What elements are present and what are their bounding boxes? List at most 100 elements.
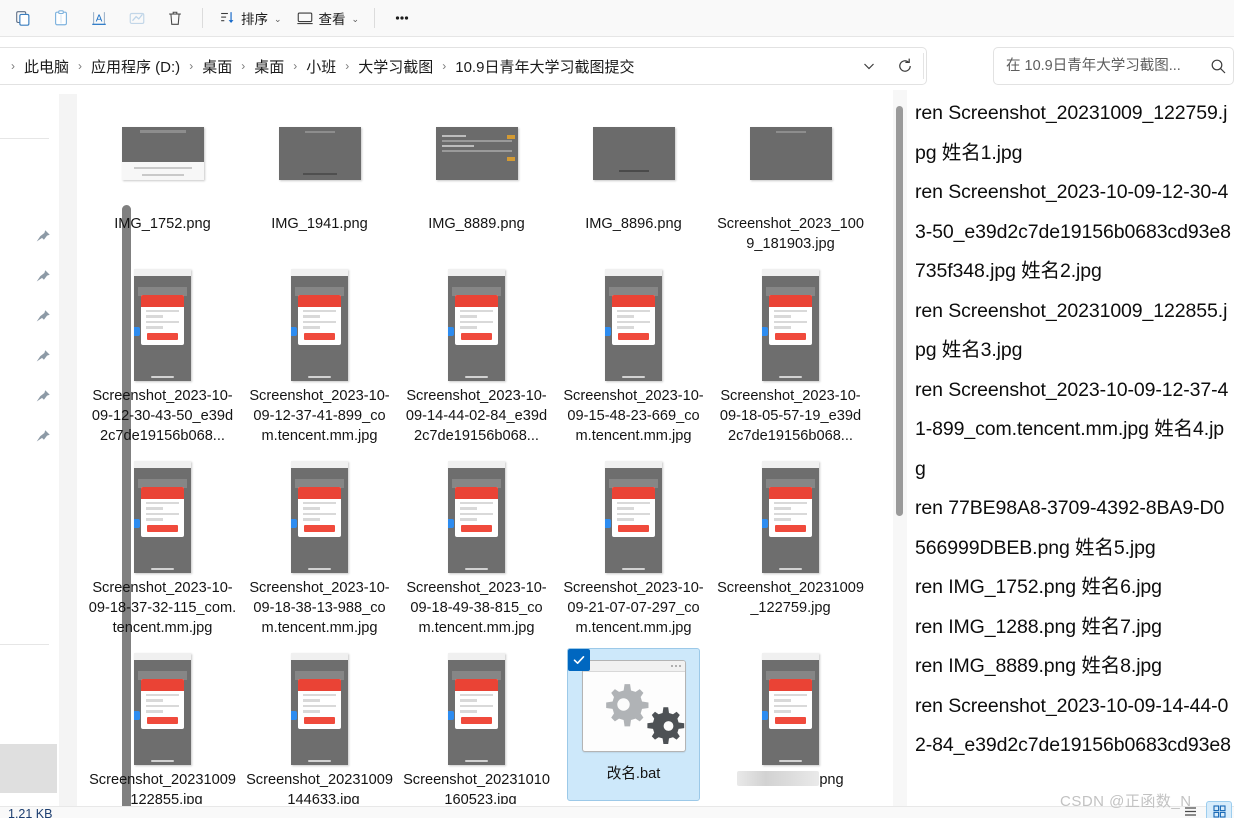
file-item[interactable]: Screenshot_20231009_122759.jpg xyxy=(712,454,869,638)
pin-icon[interactable] xyxy=(34,388,52,406)
nav-divider-top xyxy=(0,138,49,139)
content-scrollbar-track[interactable] xyxy=(59,94,131,818)
file-row: Screenshot_2023-10-09-18-37-32-115_com.t… xyxy=(84,454,884,638)
file-item[interactable]: Screenshot_2023-10-09-18-49-38-815_com.t… xyxy=(398,454,555,638)
file-name: IMG_8896.png xyxy=(585,216,682,232)
preview-scrollbar-track[interactable] xyxy=(893,90,907,806)
breadcrumb-separator: › xyxy=(78,59,83,73)
image-thumbnail xyxy=(291,653,348,765)
breadcrumb-item-6[interactable]: 10.9日青年大学习截图提交 xyxy=(451,53,638,80)
pin-icon[interactable] xyxy=(34,428,52,446)
nav-selected-item[interactable] xyxy=(0,744,57,793)
rename-button[interactable]: A xyxy=(80,3,118,33)
file-item[interactable]: Screenshot_20231009_144633.jpg xyxy=(241,646,398,804)
preview-scrollbar-thumb[interactable] xyxy=(896,106,903,516)
list-view-toggle[interactable] xyxy=(1177,801,1203,818)
file-thumbnail xyxy=(111,650,215,768)
file-thumbnail xyxy=(739,458,843,576)
breadcrumb-item-0[interactable]: 此电脑 xyxy=(20,53,73,80)
file-item[interactable]: Screenshot_2023-10-09-21-07-07-297_com.t… xyxy=(555,454,712,638)
file-thumbnail xyxy=(268,458,372,576)
image-thumbnail xyxy=(605,269,662,381)
copy-button[interactable] xyxy=(4,3,42,33)
sort-label: 排序 xyxy=(241,12,268,27)
sort-button[interactable]: 排序 ⌄ xyxy=(211,3,289,33)
address-bar-actions xyxy=(851,48,926,84)
address-divider xyxy=(923,53,924,79)
breadcrumb-item-1[interactable]: 应用程序 (D:) xyxy=(87,53,184,80)
preview-text: ren Screenshot_20231009_122759.jpg 姓名1.j… xyxy=(915,102,1231,756)
image-thumbnail xyxy=(278,126,361,180)
breadcrumb: › 此电脑 › 应用程序 (D:) › 桌面 › 桌面 › 小班 › 大学习截图… xyxy=(0,53,851,80)
file-name: Screenshot_2023-10-09-15-48-23-669_com.t… xyxy=(563,388,704,444)
file-name: Screenshot_2023_1009_181903.jpg xyxy=(717,216,864,252)
list-view-icon xyxy=(1184,806,1196,816)
file-item[interactable]: Screenshot_2023-10-09-12-30-43-50_e39d2c… xyxy=(84,262,241,446)
file-thumbnail xyxy=(582,266,686,384)
file-thumbnail xyxy=(111,266,215,384)
breadcrumb-item-3[interactable]: 桌面 xyxy=(250,53,288,80)
file-item[interactable]: IMG_8889.png xyxy=(398,90,555,254)
breadcrumb-separator: › xyxy=(241,59,246,73)
file-item-selected[interactable]: 改名.bat xyxy=(555,646,712,804)
file-item[interactable]: png xyxy=(712,646,869,804)
icon-titlebar xyxy=(582,661,685,672)
file-name: Screenshot_2023-10-09-14-44-02-84_e39d2c… xyxy=(405,388,548,444)
address-bar[interactable]: › 此电脑 › 应用程序 (D:) › 桌面 › 桌面 › 小班 › 大学习截图… xyxy=(0,47,927,85)
sort-icon xyxy=(221,12,234,23)
pin-icon[interactable] xyxy=(34,228,52,246)
file-item[interactable]: Screenshot_2023-10-09-18-37-32-115_com.t… xyxy=(84,454,241,638)
image-thumbnail xyxy=(592,126,675,180)
breadcrumb-item-5[interactable]: 大学习截图 xyxy=(354,53,437,80)
breadcrumb-item-2[interactable]: 桌面 xyxy=(198,53,236,80)
pin-icon[interactable] xyxy=(34,308,52,326)
file-item[interactable]: Screenshot_20231010_160523.jpg xyxy=(398,646,555,804)
search-box[interactable] xyxy=(993,47,1234,85)
breadcrumb-item-4[interactable]: 小班 xyxy=(302,53,340,80)
file-item[interactable]: Screenshot_2023-10-09-18-38-13-988_com.t… xyxy=(241,454,398,638)
rename-icon: A xyxy=(92,12,106,25)
image-thumbnail xyxy=(121,126,204,180)
file-item[interactable]: Screenshot_2023-10-09-18-05-57-19_e39d2c… xyxy=(712,262,869,446)
address-dropdown-button[interactable] xyxy=(851,48,887,84)
file-name: Screenshot_2023-10-09-12-30-43-50_e39d2c… xyxy=(91,388,234,444)
file-grid[interactable]: IMG_1752.png IMG_1941.png IMG_8889.png I… xyxy=(84,90,884,804)
delete-button[interactable] xyxy=(156,3,194,33)
file-item[interactable]: Screenshot_2023-10-09-15-48-23-669_com.t… xyxy=(555,262,712,446)
file-item[interactable]: IMG_1941.png xyxy=(241,90,398,254)
search-icon[interactable] xyxy=(1210,58,1227,75)
file-name: Screenshot_20231009_144633.jpg xyxy=(246,772,393,804)
file-item[interactable]: Screenshot_2023-10-09-12-37-41-899_com.t… xyxy=(241,262,398,446)
share-button[interactable] xyxy=(118,3,156,33)
grid-view-toggle[interactable] xyxy=(1206,801,1232,818)
file-item[interactable]: IMG_8896.png xyxy=(555,90,712,254)
navigation-pane[interactable] xyxy=(0,90,57,818)
file-name: Screenshot_2023-10-09-21-07-07-297_com.t… xyxy=(563,580,704,636)
breadcrumb-separator: › xyxy=(189,59,194,73)
image-thumbnail xyxy=(448,653,505,765)
view-button[interactable]: 查看 ⌄ xyxy=(289,3,367,33)
chevron-down-icon xyxy=(864,63,874,70)
more-options-button[interactable] xyxy=(383,3,421,33)
status-bar: 1.21 KB xyxy=(0,801,1234,818)
file-name: Screenshot_20231010_160523.jpg xyxy=(403,772,550,804)
breadcrumb-separator: › xyxy=(345,59,350,73)
file-item[interactable]: Screenshot_2023_1009_181903.jpg xyxy=(712,90,869,254)
search-input[interactable] xyxy=(1004,57,1210,75)
file-thumbnail xyxy=(739,266,843,384)
image-thumbnail xyxy=(291,269,348,381)
file-item[interactable]: Screenshot_2023-10-09-14-44-02-84_e39d2c… xyxy=(398,262,555,446)
svg-text:A: A xyxy=(96,14,103,25)
file-name: Screenshot_2023-10-09-18-49-38-815_com.t… xyxy=(406,580,547,636)
pin-icon[interactable] xyxy=(34,268,52,286)
file-item[interactable]: IMG_1752.png xyxy=(84,90,241,254)
file-item[interactable]: Screenshot_20231009_122855.jpg xyxy=(84,646,241,804)
pin-icon[interactable] xyxy=(34,348,52,366)
refresh-button[interactable] xyxy=(887,48,923,84)
paste-button[interactable] xyxy=(42,3,80,33)
file-row: IMG_1752.png IMG_1941.png IMG_8889.png I… xyxy=(84,90,884,254)
image-thumbnail xyxy=(134,269,191,381)
file-thumbnail xyxy=(425,94,529,212)
selection-checkbox[interactable] xyxy=(568,649,590,671)
image-thumbnail xyxy=(762,653,819,765)
